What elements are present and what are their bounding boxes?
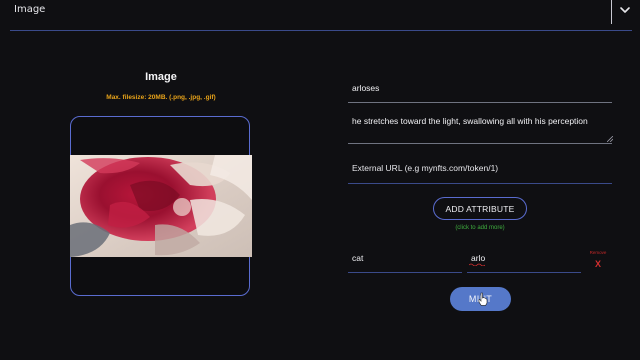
image-preview (70, 155, 252, 257)
trait-value-field[interactable]: arlo (467, 246, 581, 273)
upload-title: Image (145, 71, 177, 83)
trait-value-value: arlo (471, 253, 486, 263)
external-url-field[interactable]: External URL (e.g mynfts.com/token/1) (348, 156, 612, 184)
remove-attribute-button[interactable]: X (584, 259, 612, 269)
hand-cursor-icon (478, 292, 488, 306)
remove-attribute-label: Remove (589, 250, 607, 255)
select-divider (611, 0, 612, 24)
resize-handle-icon[interactable] (607, 136, 613, 142)
upload-filesize-hint: Max. filesize: 20MB. (.png, .jpg, .gif) (106, 94, 216, 101)
add-attribute-hint: (click to add more) (455, 225, 505, 231)
trait-type-value: cat (352, 253, 364, 263)
chevron-down-icon[interactable] (618, 3, 632, 17)
select-underline (10, 30, 632, 31)
name-value: arloses (352, 83, 380, 93)
description-field[interactable]: he stretches toward the light, swallowin… (348, 106, 613, 144)
preview-image (70, 155, 252, 257)
external-url-placeholder: External URL (e.g mynfts.com/token/1) (352, 163, 499, 173)
asset-type-value: Image (14, 4, 46, 15)
trait-type-field[interactable]: cat (348, 246, 462, 273)
add-attribute-button[interactable]: ADD ATTRIBUTE (433, 197, 527, 220)
description-value: he stretches toward the light, swallowin… (352, 116, 588, 126)
name-field[interactable]: arloses (348, 76, 612, 103)
spellcheck-underline (469, 263, 485, 266)
asset-type-select[interactable]: Image (0, 0, 640, 31)
